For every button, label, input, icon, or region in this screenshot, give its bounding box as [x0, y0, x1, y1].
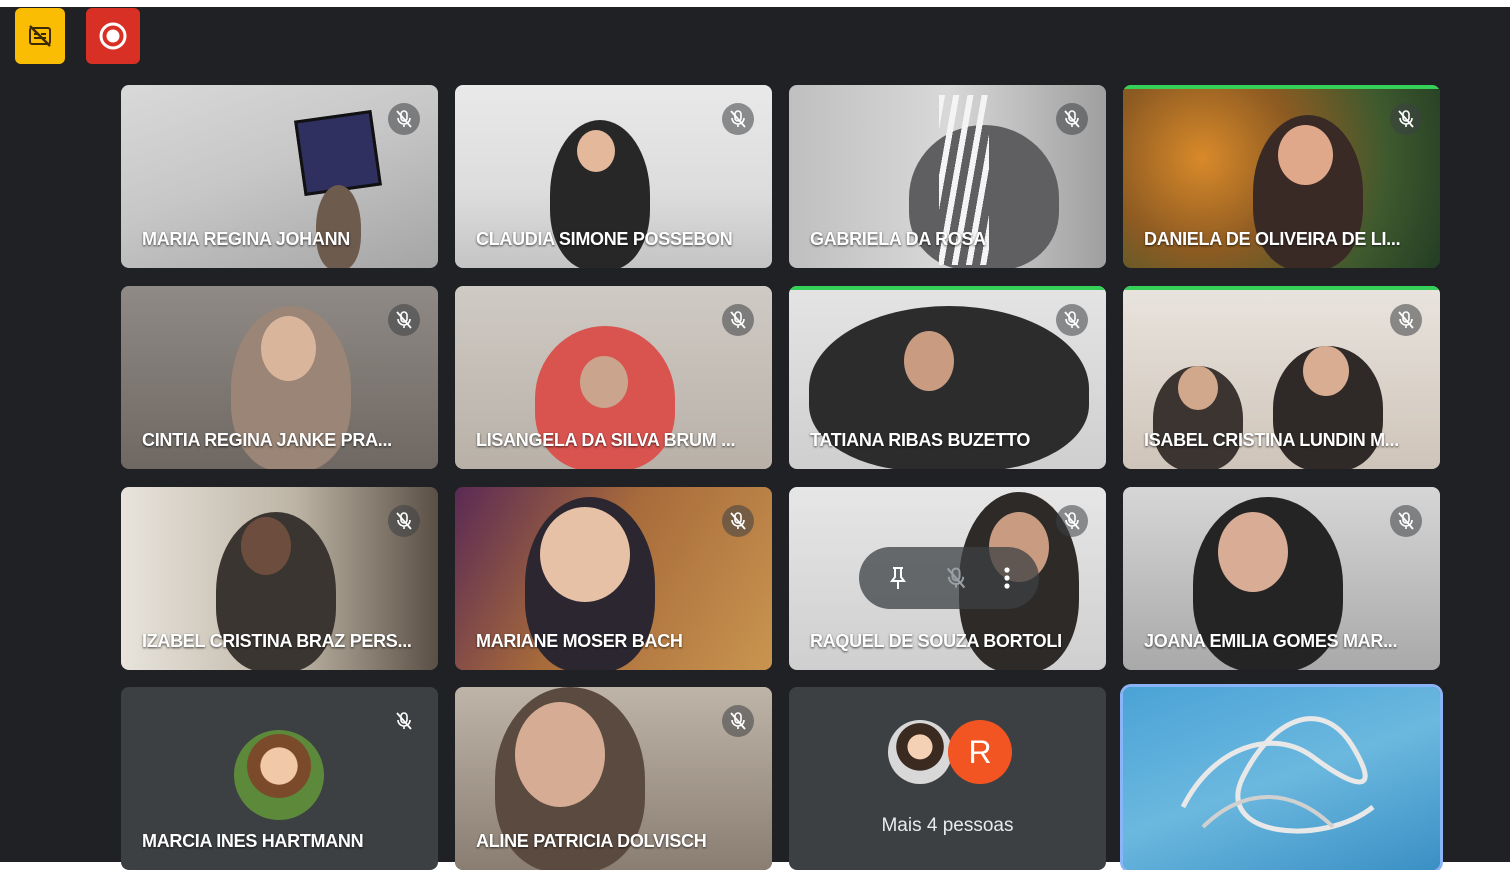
participant-name: MARIANE MOSER BACH [476, 631, 683, 651]
participant-name: ISABEL CRISTINA LUNDIN M... [1144, 430, 1399, 450]
more-people-tile[interactable]: R Mais 4 pessoas [789, 687, 1106, 870]
participant-name: RAQUEL DE SOUZA BORTOLI [810, 631, 1062, 651]
participant-name: GABRIELA DA ROSA [810, 229, 986, 249]
mic-off-icon [388, 103, 420, 135]
participant-name: IZABEL CRISTINA BRAZ PERS... [142, 631, 412, 651]
mic-off-icon [1390, 304, 1422, 336]
participant-name: MARCIA INES HARTMANN [142, 831, 364, 851]
participant-name: TATIANA RIBAS BUZETTO [810, 430, 1031, 450]
avatar [234, 730, 324, 820]
more-options-icon[interactable] [1003, 565, 1011, 591]
more-people-avatars: R [888, 720, 1012, 786]
mic-off-icon [1390, 505, 1422, 537]
mic-off-icon [388, 505, 420, 537]
participant-tile[interactable]: MARIA REGINA JOHANN [121, 85, 438, 268]
captions-off-button[interactable] [15, 8, 65, 64]
participant-tile-speaking[interactable]: TATIANA RIBAS BUZETTO [789, 286, 1106, 469]
pin-icon[interactable] [887, 565, 909, 591]
mic-off-icon [1056, 505, 1088, 537]
mic-off-icon [388, 304, 420, 336]
mic-off-icon [722, 505, 754, 537]
mic-off-icon[interactable] [945, 566, 967, 590]
participant-tile-speaking[interactable]: ISABEL CRISTINA LUNDIN M... [1123, 286, 1440, 469]
participant-tile[interactable]: CLAUDIA SIMONE POSSEBON [455, 85, 772, 268]
participant-tile[interactable]: JOANA EMILIA GOMES MAR... [1123, 487, 1440, 670]
participant-name: CLAUDIA SIMONE POSSEBON [476, 229, 733, 249]
more-people-label: Mais 4 pessoas [881, 815, 1014, 836]
participant-name: JOANA EMILIA GOMES MAR... [1144, 631, 1398, 651]
mic-off-icon [1056, 103, 1088, 135]
closed-captions-off-icon [29, 25, 51, 47]
recording-icon [99, 22, 127, 50]
mic-off-icon [722, 705, 754, 737]
participant-tile[interactable]: ALINE PATRICIA DOLVISCH [455, 687, 772, 870]
mic-off-icon [1056, 304, 1088, 336]
mic-off-icon [722, 304, 754, 336]
participant-name: MARIA REGINA JOHANN [142, 229, 350, 249]
participant-name: DANIELA DE OLIVEIRA DE LI... [1144, 229, 1401, 249]
participant-tile-hovered[interactable]: RAQUEL DE SOUZA BORTOLI [789, 487, 1106, 670]
recording-button[interactable] [86, 8, 140, 64]
participant-name: ALINE PATRICIA DOLVISCH [476, 831, 707, 851]
participant-tile[interactable]: GABRIELA DA ROSA [789, 85, 1106, 268]
mic-off-icon [388, 705, 420, 737]
avatar-letter: R [948, 720, 1012, 784]
participant-tile[interactable]: CINTIA REGINA JANKE PRA... [121, 286, 438, 469]
participant-tile-camera-off[interactable]: MARCIA INES HARTMANN [121, 687, 438, 870]
meeting-stage: MARIA REGINA JOHANN CLAUDIA SIMONE POSSE… [0, 7, 1510, 870]
avatar [888, 720, 952, 784]
mic-off-icon [722, 103, 754, 135]
participant-tile-speaking[interactable]: DANIELA DE OLIVEIRA DE LI... [1123, 85, 1440, 268]
mic-off-icon [1390, 103, 1422, 135]
participant-name: CINTIA REGINA JANKE PRA... [142, 430, 392, 450]
tile-controls [859, 547, 1039, 609]
participant-tile[interactable]: LISANGELA DA SILVA BRUM ... [455, 286, 772, 469]
self-view-tile[interactable] [1123, 687, 1440, 870]
paper-strips [1180, 716, 1375, 834]
participant-tile[interactable]: MARIANE MOSER BACH [455, 487, 772, 670]
participant-name: LISANGELA DA SILVA BRUM ... [476, 430, 736, 450]
participant-tile[interactable]: IZABEL CRISTINA BRAZ PERS... [121, 487, 438, 670]
